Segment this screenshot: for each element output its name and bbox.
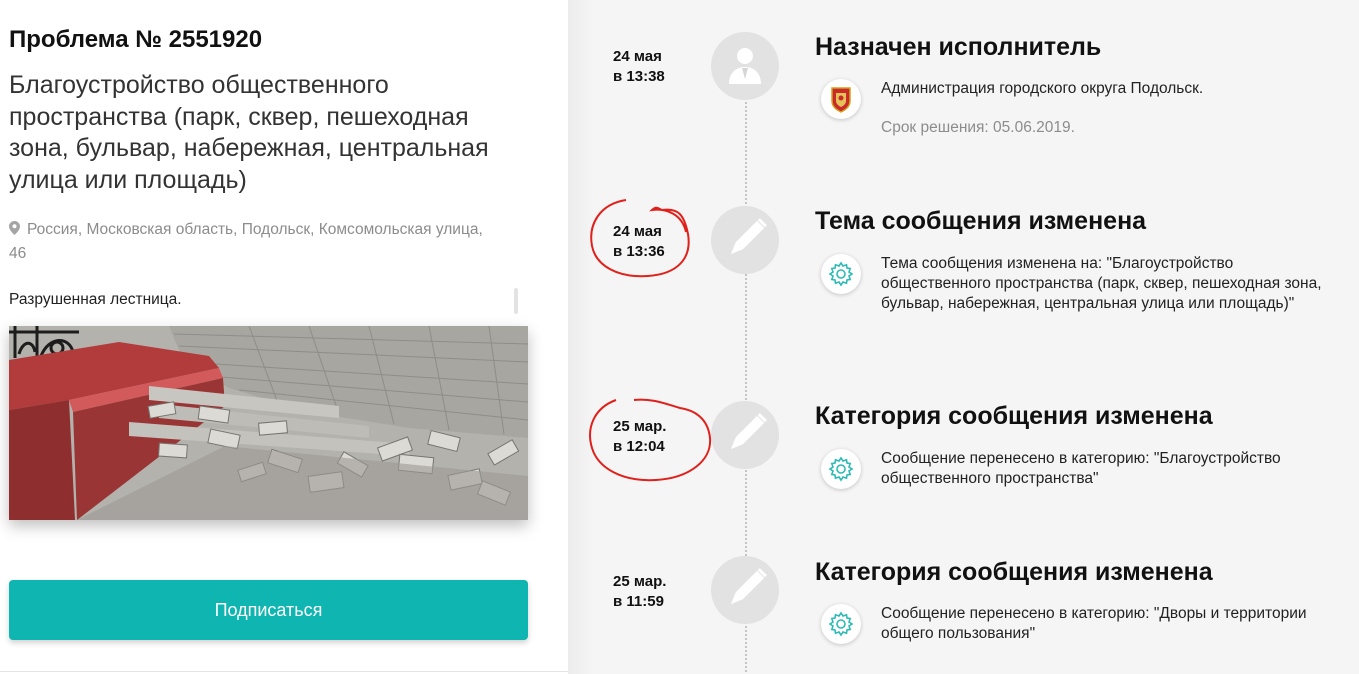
problem-category: Благоустройство общественного пространст… — [9, 71, 489, 194]
event-text: Администрация городского округа Подольск… — [881, 80, 1204, 97]
event-text: Сообщение перенесено в категорию: "Благо… — [881, 450, 1281, 487]
event-date-day: 25 мар. — [613, 418, 667, 435]
event-date-time: в 13:38 — [613, 68, 665, 85]
event-deadline: Срок решения: 05.06.2019. — [881, 119, 1075, 136]
page: Проблема № 2551920 Благоустройство общес… — [0, 0, 1359, 674]
event-date-time: в 13:36 — [613, 243, 665, 260]
history-timeline: 24 мая в 13:38 Назначен исполнитель Адми… — [568, 0, 1359, 674]
gear-icon — [821, 604, 861, 644]
pencil-icon — [711, 556, 779, 624]
pencil-icon — [711, 206, 779, 274]
problem-address: Россия, Московская область, Подольск, Ко… — [9, 218, 499, 265]
problem-panel: Проблема № 2551920 Благоустройство общес… — [0, 0, 568, 674]
map-pin-icon — [9, 219, 23, 242]
event-text: Тема сообщения изменена на: "Благоустрой… — [881, 255, 1322, 312]
event-title: Тема сообщения изменена — [815, 207, 1147, 235]
gear-icon — [821, 449, 861, 489]
event-date-time: в 11:59 — [613, 593, 664, 610]
event-date-day: 24 мая — [613, 48, 662, 65]
event-date: 24 мая в 13:38 — [613, 47, 703, 87]
event-title: Категория сообщения изменена — [815, 558, 1213, 586]
event-date-day: 25 мар. — [613, 573, 667, 590]
event-date: 24 мая в 13:36 — [613, 222, 703, 262]
address-text: Россия, Московская область, Подольск, Ко… — [9, 221, 483, 262]
event-text: Сообщение перенесено в категорию: "Дворы… — [881, 605, 1307, 642]
event-date-time: в 12:04 — [613, 438, 665, 455]
panel-shadow — [568, 0, 594, 674]
event-title: Назначен исполнитель — [815, 33, 1102, 61]
event-title: Категория сообщения изменена — [815, 402, 1213, 430]
problem-description: Разрушенная лестница. — [9, 291, 182, 308]
subscribe-button[interactable]: Подписаться — [9, 580, 528, 640]
problem-title: Проблема № 2551920 — [9, 26, 263, 53]
event-date-day: 24 мая — [613, 223, 662, 240]
moscow-region-emblem-icon — [821, 79, 861, 119]
divider — [0, 671, 568, 672]
event-date: 25 мар. в 11:59 — [613, 572, 703, 612]
description-scrollbar[interactable] — [514, 288, 518, 314]
pencil-icon — [711, 401, 779, 469]
event-date: 25 мар. в 12:04 — [613, 417, 703, 457]
user-icon — [711, 32, 779, 100]
problem-photo[interactable] — [9, 326, 528, 520]
gear-icon — [821, 254, 861, 294]
